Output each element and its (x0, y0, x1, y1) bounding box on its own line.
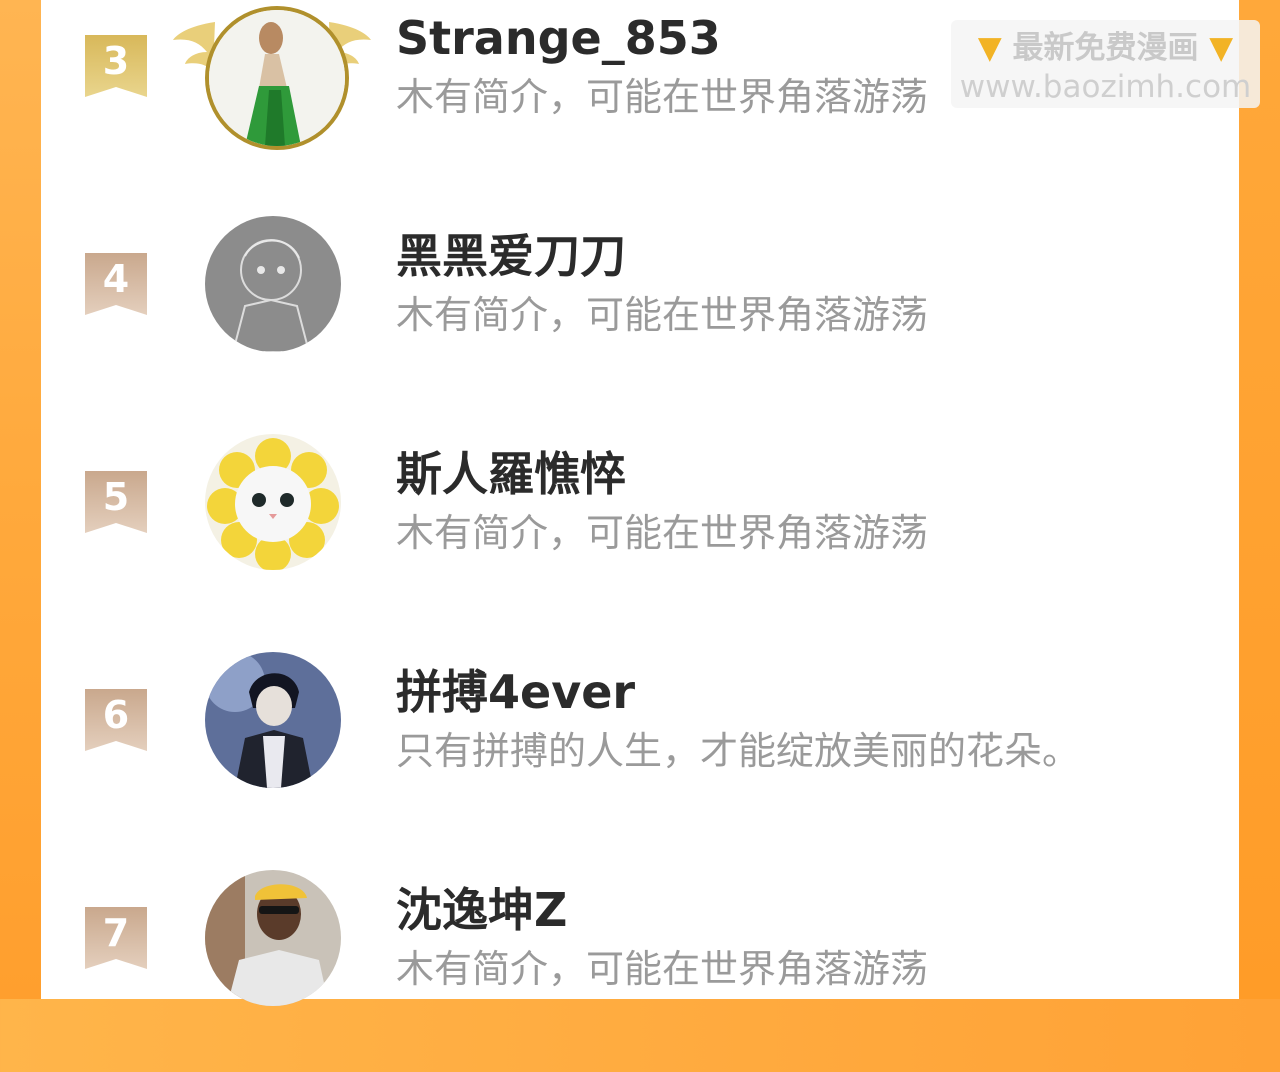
pencil-sketch-boy-avatar-icon (205, 216, 341, 352)
user-bio: 木有简介，可能在世界角落游荡 (396, 947, 929, 991)
user-avatar[interactable] (205, 652, 341, 788)
rank-ribbon: 5 (85, 471, 147, 535)
user-avatar[interactable] (205, 434, 341, 570)
rank-ribbon: 3 (85, 35, 147, 99)
anime-dark-hair-boy-avatar-icon (205, 652, 341, 788)
left-orange-border (0, 0, 41, 999)
watermark-title-line: ▼ 最新免费漫画 ▼ (951, 28, 1260, 68)
ranking-row[interactable]: 5 斯人羅憔悴 木有简介，可能在世界角落游荡 (41, 434, 1239, 636)
cat-in-sunflower-hat-avatar-icon (205, 434, 341, 570)
watermark-title: 最新免费漫画 (1012, 30, 1199, 66)
girl-in-green-dress-avatar-icon (209, 10, 345, 146)
user-bio: 木有简介，可能在世界角落游荡 (396, 511, 929, 555)
user-name[interactable]: Strange_853 (396, 10, 721, 66)
rank-number: 3 (102, 39, 130, 83)
man-in-yellow-cap-avatar-icon (205, 870, 341, 1006)
user-bio: 只有拼搏的人生，才能绽放美丽的花朵。 (396, 729, 1081, 773)
rank-ribbon: 7 (85, 907, 147, 971)
rank-number: 4 (102, 257, 130, 301)
ranking-panel: 3 Strange_853 木有简介，可能在世界角落游荡 4 黑黑爱刀刀 木有简… (41, 0, 1239, 1006)
user-bio: 木有简介，可能在世界角落游荡 (396, 293, 929, 337)
user-avatar[interactable] (205, 870, 341, 1006)
ranking-row[interactable]: 6 拼搏4ever 只有拼搏的人生，才能绽放美丽的花朵。 (41, 652, 1239, 854)
rank-ribbon: 4 (85, 253, 147, 317)
right-orange-border (1239, 0, 1280, 999)
user-name[interactable]: 斯人羅憔悴 (396, 446, 626, 502)
pointing-down-hand-icon: ▼ (1209, 30, 1234, 66)
user-name[interactable]: 沈逸坤Z (396, 882, 567, 938)
rank-number: 6 (102, 693, 130, 737)
rank-number: 7 (102, 911, 130, 955)
user-name[interactable]: 拼搏4ever (396, 664, 635, 720)
ranking-row[interactable]: 7 沈逸坤Z 木有简介，可能在世界角落游荡 (41, 870, 1239, 1072)
pointing-down-hand-icon: ▼ (977, 30, 1002, 66)
user-avatar[interactable] (205, 216, 341, 352)
site-watermark: ▼ 最新免费漫画 ▼ www.baozimh.com (951, 20, 1260, 108)
user-avatar[interactable] (205, 6, 349, 150)
ranking-row[interactable]: 4 黑黑爱刀刀 木有简介，可能在世界角落游荡 (41, 216, 1239, 418)
rank-number: 5 (102, 475, 130, 519)
user-bio: 木有简介，可能在世界角落游荡 (396, 75, 929, 119)
rank-ribbon: 6 (85, 689, 147, 753)
watermark-url: www.baozimh.com (959, 69, 1252, 105)
user-name[interactable]: 黑黑爱刀刀 (396, 228, 626, 284)
